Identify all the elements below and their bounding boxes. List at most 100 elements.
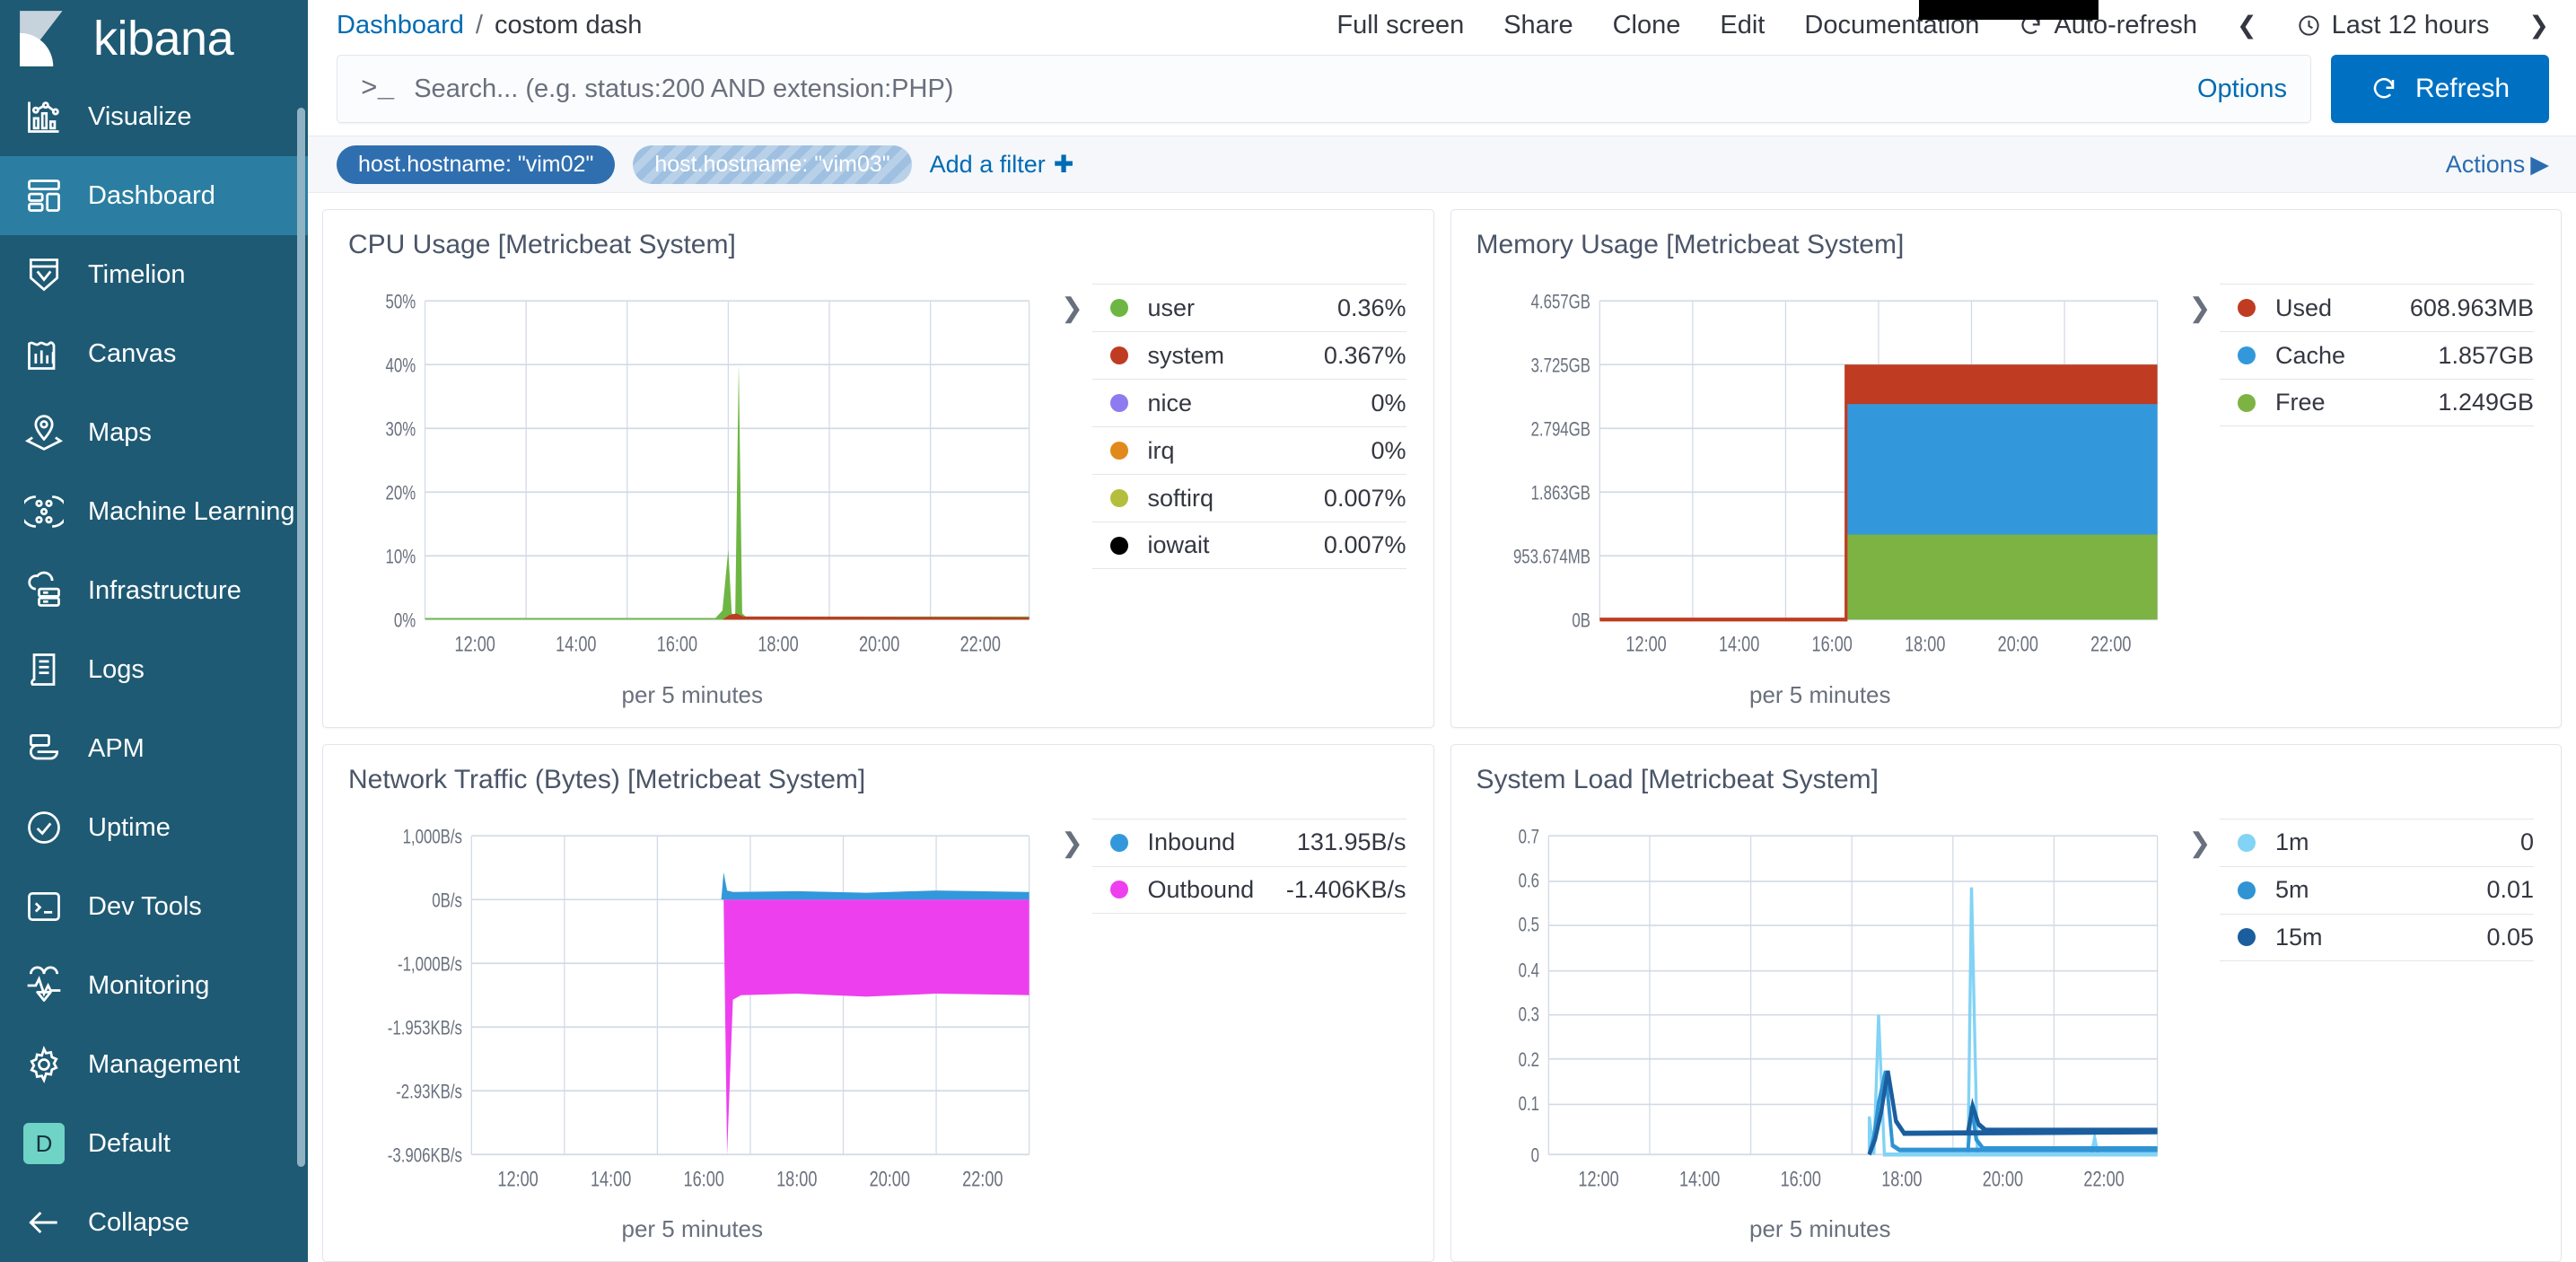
- panel-body: 1,000B/s 0B/s -1,000B/s -1.953KB/s -2.93KB…: [323, 795, 1433, 1262]
- legend-color-dot: [2238, 833, 2256, 852]
- tooltip-overlay: [1919, 0, 2098, 20]
- sidebar-item-label: Dev Tools: [88, 891, 202, 921]
- legend-toggle-button[interactable]: ❯: [2180, 267, 2220, 718]
- svg-text:0.6: 0.6: [1518, 870, 1538, 892]
- sidebar-collapse-button[interactable]: Collapse: [0, 1183, 308, 1262]
- search-placeholder: Search... (e.g. status:200 AND extension…: [414, 74, 954, 103]
- kibana-logo-icon: [16, 9, 75, 68]
- chart-canvas: 0.7 0.6 0.5 0.4 0.3 0.2 0.1 0 12:00 14:0…: [1460, 802, 2181, 1213]
- legend-color-dot: [2238, 346, 2256, 364]
- sidebar-scrollbar[interactable]: [297, 108, 305, 1167]
- legend-item[interactable]: 15m 0.05: [2220, 913, 2534, 961]
- legend-toggle-button[interactable]: ❯: [2180, 802, 2220, 1253]
- legend-item[interactable]: Free 1.249GB: [2220, 379, 2534, 426]
- legend-label: nice: [1147, 389, 1193, 416]
- dashboard-icon: [23, 175, 65, 216]
- sidebar-item-label: Timelion: [88, 259, 186, 289]
- network-legend: Inbound 131.95B/s Outbound -1.406KB/s: [1091, 802, 1424, 1253]
- legend-value: 0: [2519, 828, 2534, 855]
- legend-item[interactable]: user 0.36%: [1091, 284, 1406, 331]
- sidebar-item-monitoring[interactable]: Monitoring: [0, 946, 308, 1025]
- network-chart[interactable]: 1,000B/s 0B/s -1,000B/s -1.953KB/s -2.93KB…: [332, 802, 1053, 1253]
- sidebar: kibana Visualize Dashboard Timelion Canv…: [0, 0, 308, 1262]
- actions-button[interactable]: Actions ▶: [2446, 151, 2549, 179]
- legend-toggle-button[interactable]: ❯: [1053, 267, 1092, 718]
- time-range-button[interactable]: Last 12 hours: [2297, 11, 2489, 40]
- breadcrumb-dashboard-link[interactable]: Dashboard: [337, 11, 464, 40]
- svg-text:-3.906KB/s: -3.906KB/s: [388, 1144, 462, 1167]
- legend-label: 5m: [2275, 876, 2309, 903]
- edit-button[interactable]: Edit: [1720, 11, 1765, 40]
- sidebar-item-canvas[interactable]: Canvas: [0, 314, 308, 393]
- legend-item[interactable]: 5m 0.01: [2220, 865, 2534, 914]
- sidebar-item-management[interactable]: Management: [0, 1025, 308, 1104]
- refresh-button[interactable]: Refresh: [2330, 55, 2549, 123]
- sidebar-item-maps[interactable]: Maps: [0, 393, 308, 472]
- legend-label: Outbound: [1147, 875, 1255, 903]
- filter-pill-vim03[interactable]: host.hostname: "vim03": [633, 145, 912, 184]
- share-button[interactable]: Share: [1503, 11, 1573, 40]
- sidebar-item-dev-tools[interactable]: Dev Tools: [0, 867, 308, 946]
- legend-toggle-button[interactable]: ❯: [1053, 802, 1092, 1253]
- kibana-logo[interactable]: kibana: [0, 0, 308, 77]
- svg-text:40%: 40%: [386, 355, 416, 378]
- sidebar-item-logs[interactable]: Logs: [0, 630, 308, 709]
- panel-title: CPU Usage [Metricbeat System]: [348, 230, 736, 259]
- legend-label: 15m: [2275, 923, 2323, 951]
- svg-text:0.1: 0.1: [1518, 1093, 1538, 1116]
- svg-text:-1,000B/s: -1,000B/s: [398, 953, 462, 976]
- sidebar-item-infrastructure[interactable]: Infrastructure: [0, 551, 308, 630]
- sidebar-item-label: Infrastructure: [88, 575, 241, 605]
- svg-text:1,000B/s: 1,000B/s: [403, 826, 463, 848]
- legend-item[interactable]: iowait 0.007%: [1091, 521, 1406, 569]
- sidebar-item-machine-learning[interactable]: Machine Learning: [0, 472, 308, 551]
- legend-item[interactable]: Outbound -1.406KB/s: [1091, 865, 1406, 914]
- plus-icon: ✚: [1053, 150, 1074, 178]
- sidebar-item-uptime[interactable]: Uptime: [0, 788, 308, 867]
- legend-value: 0.007%: [1323, 484, 1406, 512]
- svg-text:12:00: 12:00: [497, 1168, 538, 1191]
- add-filter-button[interactable]: Add a filter ✚: [930, 151, 1074, 179]
- time-prev-button[interactable]: ❮: [2237, 12, 2257, 39]
- clock-icon: [2299, 15, 2319, 36]
- svg-text:50%: 50%: [386, 292, 416, 314]
- svg-text:16:00: 16:00: [657, 634, 697, 657]
- legend-item[interactable]: 1m 0: [2220, 818, 2534, 866]
- legend-value: 0%: [1371, 436, 1406, 464]
- maps-icon: [23, 412, 65, 453]
- svg-text:-2.93KB/s: -2.93KB/s: [396, 1081, 462, 1103]
- full-screen-button[interactable]: Full screen: [1336, 11, 1464, 40]
- memory-chart[interactable]: 4.657GB 3.725GB 2.794GB 1.863GB 953.674MB 0…: [1460, 267, 2181, 718]
- legend-item[interactable]: Used 608.963MB: [2220, 284, 2534, 331]
- svg-text:22:00: 22:00: [962, 1168, 1003, 1191]
- system-load-chart[interactable]: 0.7 0.6 0.5 0.4 0.3 0.2 0.1 0 12:00 14:0…: [1460, 802, 2181, 1253]
- x-axis-label: per 5 minutes: [621, 680, 764, 708]
- sidebar-item-dashboard[interactable]: Dashboard: [0, 156, 308, 235]
- cpu-chart[interactable]: 50% 40% 30% 20% 10% 0% 12:00 14:00 16:00…: [332, 267, 1053, 718]
- clone-button[interactable]: Clone: [1613, 11, 1681, 40]
- legend-item[interactable]: irq 0%: [1091, 426, 1406, 474]
- legend-item[interactable]: Cache 1.857GB: [2220, 331, 2534, 379]
- svg-text:14:00: 14:00: [1718, 634, 1758, 657]
- sidebar-item-space-default[interactable]: D Default: [0, 1104, 308, 1183]
- kibana-app: kibana Visualize Dashboard Timelion Canv…: [0, 0, 2576, 1262]
- svg-text:20:00: 20:00: [870, 1168, 910, 1191]
- legend-item[interactable]: softirq 0.007%: [1091, 474, 1406, 521]
- svg-text:16:00: 16:00: [1811, 634, 1852, 657]
- options-button[interactable]: Options: [2197, 74, 2287, 104]
- legend-value: 131.95B/s: [1296, 828, 1406, 855]
- filter-pill-vim02[interactable]: host.hostname: "vim02": [337, 145, 616, 184]
- legend-label: user: [1147, 294, 1196, 321]
- sidebar-item-visualize[interactable]: Visualize: [0, 77, 308, 156]
- legend-item[interactable]: Inbound 131.95B/s: [1091, 818, 1406, 866]
- dashboard-grid: CPU Usage [Metricbeat System] 50% 40% 30%…: [308, 193, 2576, 1262]
- legend-item[interactable]: nice 0%: [1091, 379, 1406, 426]
- legend-item[interactable]: system 0.367%: [1091, 331, 1406, 379]
- sidebar-item-timelion[interactable]: Timelion: [0, 235, 308, 314]
- sidebar-item-apm[interactable]: APM: [0, 709, 308, 788]
- svg-text:0: 0: [1530, 1144, 1538, 1167]
- prompt-icon: >_: [361, 73, 395, 105]
- timelion-icon: [23, 254, 65, 295]
- search-input[interactable]: >_ Search... (e.g. status:200 AND extens…: [337, 55, 2311, 123]
- time-next-button[interactable]: ❯: [2528, 12, 2549, 39]
